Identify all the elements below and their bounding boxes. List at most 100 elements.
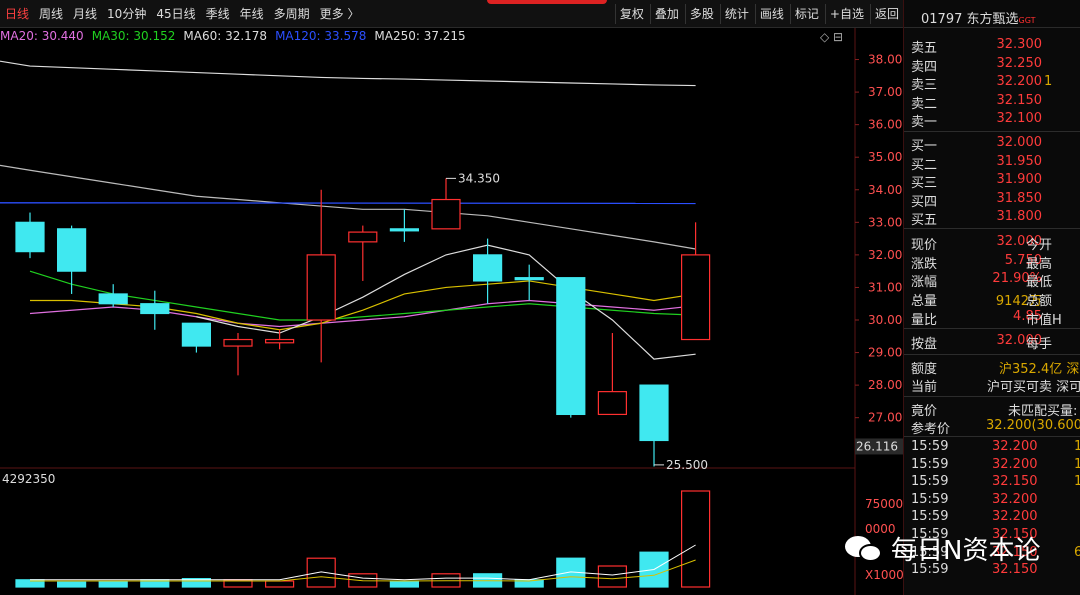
ask-price: 32.100 — [996, 111, 1043, 126]
watermark: 每日N资本论 — [845, 530, 1040, 567]
stat-row: 涨跌 5.750 最高 — [904, 253, 1080, 272]
trade-price: 32.200 — [992, 439, 1038, 454]
candle-body — [306, 254, 336, 321]
candle-body — [389, 228, 419, 232]
ask-row: 卖一 32.100 — [904, 111, 1080, 130]
price-tick-label: 33.00 — [868, 215, 902, 229]
bid-price: 31.950 — [996, 153, 1043, 169]
ask-row: 卖三 32.200 1 — [904, 74, 1080, 93]
tool-button[interactable]: +自选 — [824, 4, 868, 24]
period-tab[interactable]: 日线 — [0, 6, 34, 22]
ma-legend-item: MA30: 30.152 — [91, 29, 176, 43]
price-tick-label: 37.00 — [868, 85, 902, 99]
current-label: 当前 — [911, 380, 938, 395]
ma60-line — [0, 164, 696, 250]
price-tick-label: 27.00 — [868, 411, 902, 425]
stat-label: 涨幅 — [911, 275, 938, 291]
volume-bar — [98, 580, 128, 588]
bid-price: 31.850 — [996, 190, 1043, 206]
candle-body — [223, 338, 253, 347]
ask-label: 卖四 — [911, 59, 938, 75]
ma-legend-item: MA120: 33.578 — [275, 29, 367, 43]
period-tab[interactable]: 多周期 — [269, 6, 315, 22]
quote-panel: 01797 东方甄选GGT 卖五 32.300 卖四 32.250 卖三 32.200 1 卖… — [903, 0, 1080, 595]
volume-bar — [389, 580, 419, 588]
trade-price: 32.200 — [992, 509, 1038, 525]
stat-row: 总量 9142万 总额 — [904, 290, 1080, 310]
current-row: 当前 沪可买可卖 深可 — [904, 376, 1080, 395]
tool-button[interactable]: 复权 — [614, 4, 648, 24]
period-tab[interactable]: 10分钟 — [102, 6, 151, 22]
ask-label: 卖三 — [911, 78, 938, 93]
quota-value: 沪352.4亿 深 — [999, 362, 1080, 377]
trade-row: 15:59 32.200 1 — [904, 457, 1080, 475]
stock-name: 东方甄选 — [966, 12, 1019, 27]
ma-legend-item: MA60: 32.178 — [183, 29, 268, 43]
stat-label-2: 今开 — [1026, 238, 1053, 253]
period-tab[interactable]: 月线 — [68, 6, 102, 22]
ma-legend: MA20: 30.440 MA30: 30.152 MA60: 32.178 MA12… — [0, 29, 474, 45]
volume-tick-label: X1000 — [865, 568, 903, 582]
stat-row: 现价 32.000 今开 — [904, 234, 1080, 253]
trade-row: 15:59 32.200 — [904, 492, 1080, 510]
period-tabs: 日线 周线 月线 10分钟 45日线 季线 年线 多周期 更多 〉 — [0, 6, 364, 22]
red-strip — [487, 0, 607, 4]
candle-body — [639, 384, 669, 442]
period-tab[interactable]: 更多 〉 — [315, 6, 365, 22]
candle-body — [473, 254, 503, 282]
trade-time: 15:59 — [911, 509, 949, 525]
ref-value: 32.200(30.600- — [986, 418, 1080, 433]
ask-price: 32.200 — [996, 74, 1043, 89]
tool-button[interactable]: 画线 — [754, 4, 788, 24]
ma20-line — [29, 299, 696, 328]
candle-body — [556, 277, 586, 416]
candle-body — [140, 303, 170, 315]
ggt-badge: GGT — [1018, 16, 1036, 25]
after-label: 按盘 — [911, 337, 938, 352]
ask-label: 卖一 — [911, 115, 938, 130]
ref-label: 参考价 — [911, 422, 951, 437]
stat-label: 总量 — [911, 294, 938, 310]
stat-label-2: 最高 — [1026, 256, 1053, 272]
trade-row: 15:59 32.200 1 — [904, 439, 1080, 457]
after-label-2: 每手 — [1026, 337, 1053, 352]
trade-time: 15:59 — [911, 439, 949, 454]
stat-row: 涨幅 21.90% 最低 — [904, 271, 1080, 291]
bid-price: 31.800 — [996, 209, 1043, 224]
tool-button[interactable]: 统计 — [719, 4, 753, 24]
stock-header: 01797 东方甄选GGT — [904, 0, 1080, 28]
ask-price: 32.300 — [996, 37, 1043, 52]
tool-button[interactable]: 多股 — [684, 4, 718, 24]
bid-row: 买二 31.950 — [904, 153, 1080, 173]
trade-time: 15:59 — [911, 474, 949, 490]
ask-volume: 1 — [1044, 74, 1053, 89]
stat-label: 现价 — [911, 238, 938, 253]
legend-toggle-icon[interactable]: ◇ ⊟ — [820, 30, 843, 44]
tool-button[interactable]: 叠加 — [649, 4, 683, 24]
candle-body — [98, 293, 128, 305]
stat-label: 涨跌 — [911, 256, 938, 272]
high-annotation: 34.350 — [458, 171, 500, 185]
price-tick-label: 28.00 — [868, 378, 902, 392]
bid-label: 买四 — [911, 194, 938, 210]
auction-row: 竟价 未匹配买量: — [904, 400, 1080, 419]
tool-button[interactable]: 返回 — [869, 4, 903, 24]
period-tab[interactable]: 年线 — [235, 6, 269, 22]
price-tick-label: 29.00 — [868, 346, 902, 360]
volume-tick-label: 75000 — [865, 497, 903, 511]
tool-button[interactable]: 标记 — [789, 4, 823, 24]
period-tab[interactable]: 季线 — [201, 6, 235, 22]
trade-price: 32.200 — [992, 491, 1038, 507]
bid-label: 买二 — [911, 157, 938, 173]
period-tab[interactable]: 周线 — [34, 6, 68, 22]
stat-label: 量比 — [911, 312, 938, 328]
ask-price: 32.250 — [996, 55, 1043, 71]
stat-label-2: 市值H — [1026, 312, 1062, 328]
candle-body — [15, 221, 45, 253]
chart-toolbar: 日线 周线 月线 10分钟 45日线 季线 年线 多周期 更多 〉 复权 叠加 多股 统计 画线 标记 +自… — [0, 0, 903, 28]
trade-row: 15:59 32.200 — [904, 509, 1080, 527]
period-tab[interactable]: 45日线 — [151, 6, 200, 22]
tool-buttons: 复权 叠加 多股 统计 画线 标记 +自选 返回 — [613, 4, 903, 24]
ask-label: 卖二 — [911, 96, 938, 112]
candlestick-chart[interactable]: 38.00 37.00 36.00 35.00 34.00 33.00 32.00 31.00… — [0, 28, 903, 595]
